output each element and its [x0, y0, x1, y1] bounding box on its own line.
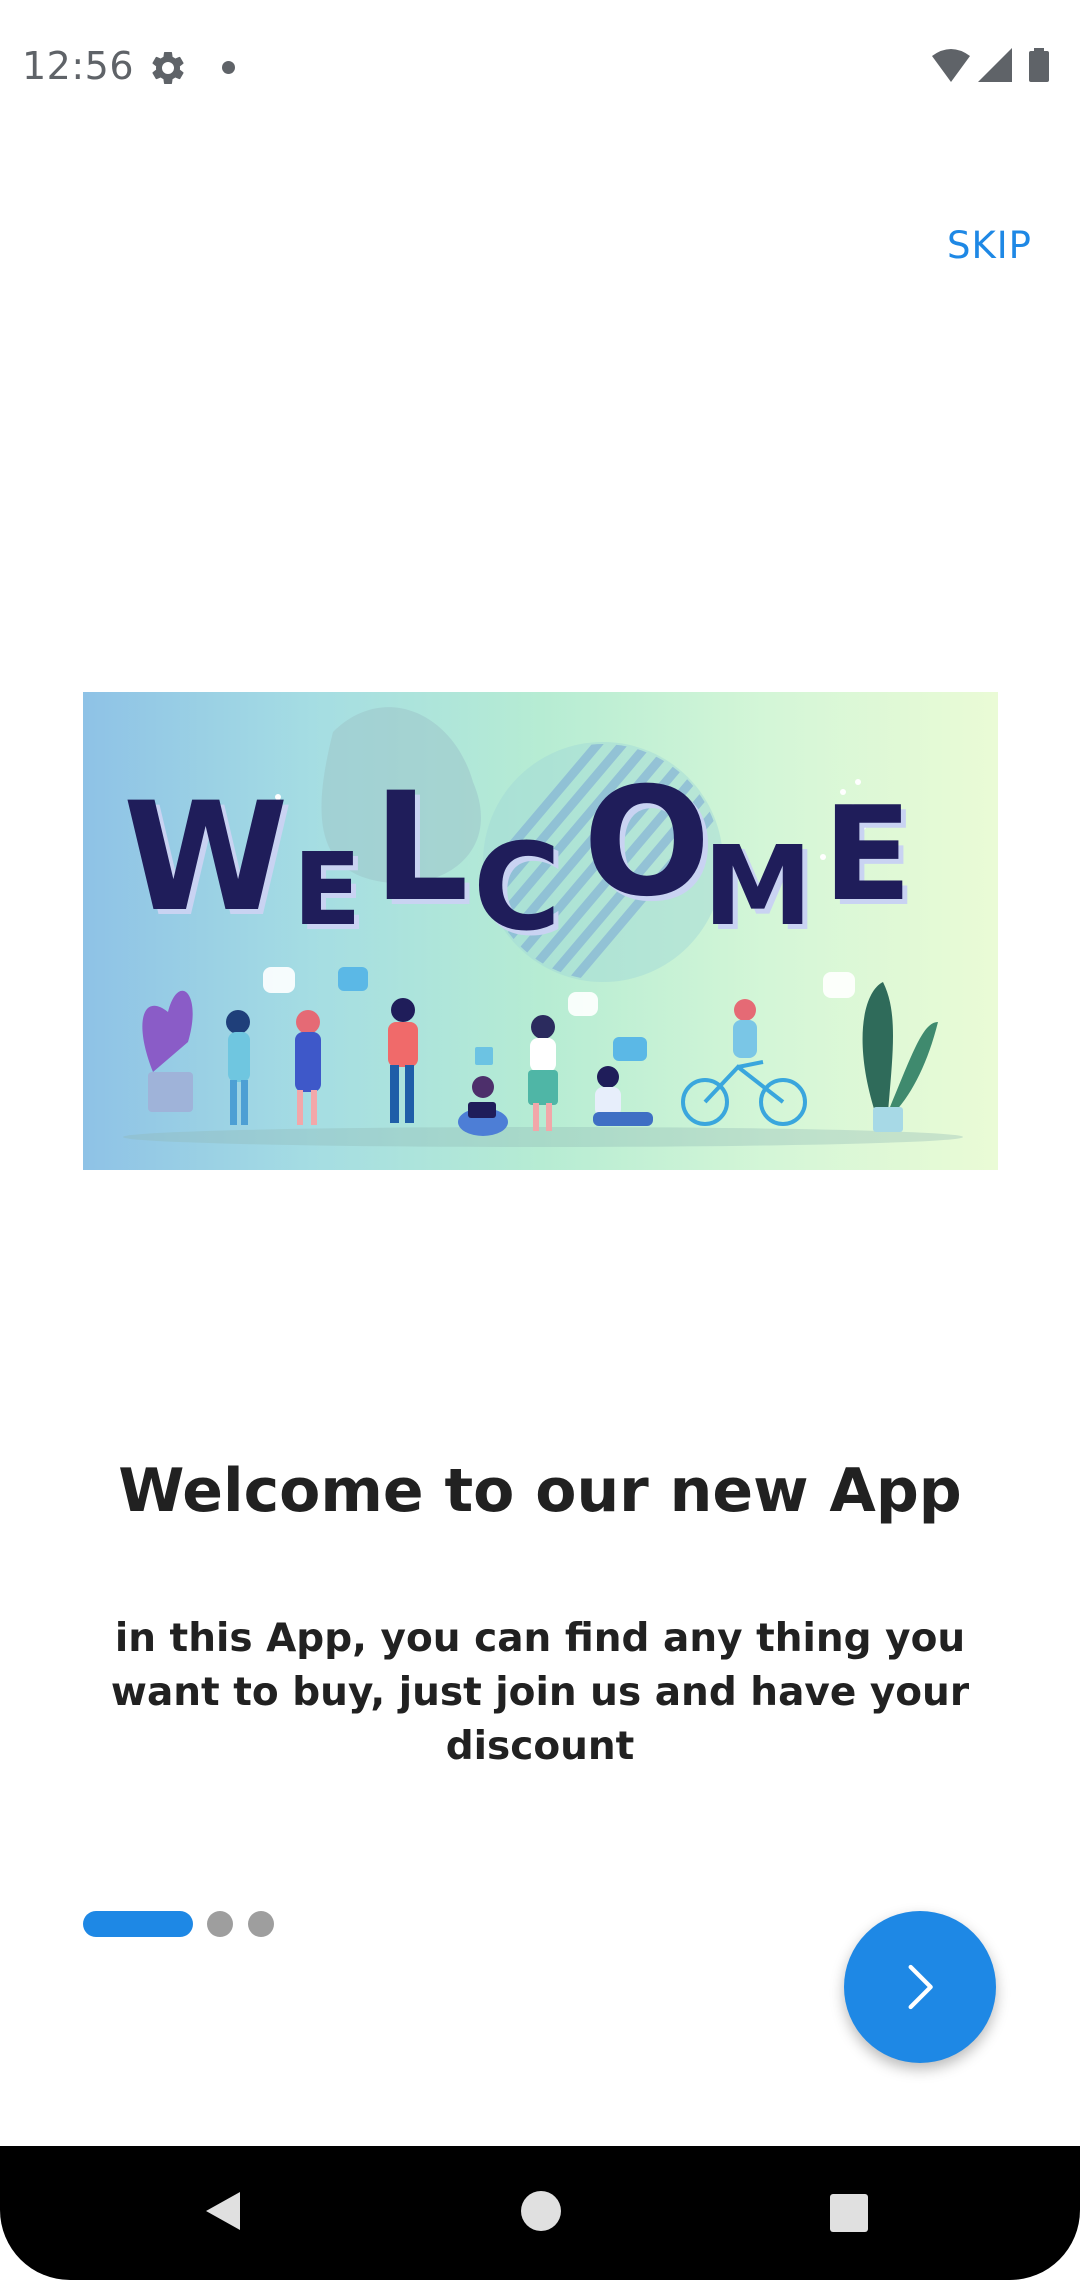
welcome-banner: W W E E L L C C O O M M E E: [83, 692, 998, 1170]
recents-icon[interactable]: [828, 2192, 870, 2234]
svg-text:E: E: [293, 831, 361, 948]
svg-text:E: E: [823, 778, 912, 930]
page-indicator: [83, 1911, 289, 1937]
gear-icon: [152, 51, 184, 84]
svg-text:L: L: [373, 761, 469, 935]
chevron-right-icon: [908, 1964, 933, 2010]
home-icon[interactable]: [518, 2188, 564, 2234]
next-button[interactable]: [844, 1911, 996, 2063]
svg-text:O: O: [583, 756, 711, 930]
wifi-icon: [932, 49, 970, 82]
onboarding-screen: 12:56 SKIP W W E E L L C C O O M M E E W…: [0, 0, 1080, 2280]
status-bar: 12:56: [0, 0, 1080, 136]
system-navigation-bar: [0, 2146, 1080, 2280]
skip-button[interactable]: SKIP: [947, 224, 1032, 267]
battery-icon: [1029, 48, 1049, 82]
back-icon[interactable]: [200, 2188, 246, 2234]
cellular-signal-icon: [978, 48, 1012, 82]
svg-text:C: C: [473, 819, 561, 958]
onboarding-subtitle: in this App, you can find any thing you …: [110, 1616, 970, 1769]
page-dot-active: [83, 1911, 193, 1937]
page-dot: [248, 1911, 274, 1937]
notification-dot-icon: [222, 61, 235, 74]
svg-text:W: W: [123, 771, 288, 945]
welcome-illustration: W W E E L L C C O O M M E E: [123, 707, 963, 1147]
status-time: 12:56: [22, 44, 135, 88]
svg-text:M: M: [703, 822, 812, 950]
page-dot: [207, 1911, 233, 1937]
onboarding-title: Welcome to our new App: [118, 1456, 962, 1526]
system-status-icons: [932, 48, 1049, 82]
